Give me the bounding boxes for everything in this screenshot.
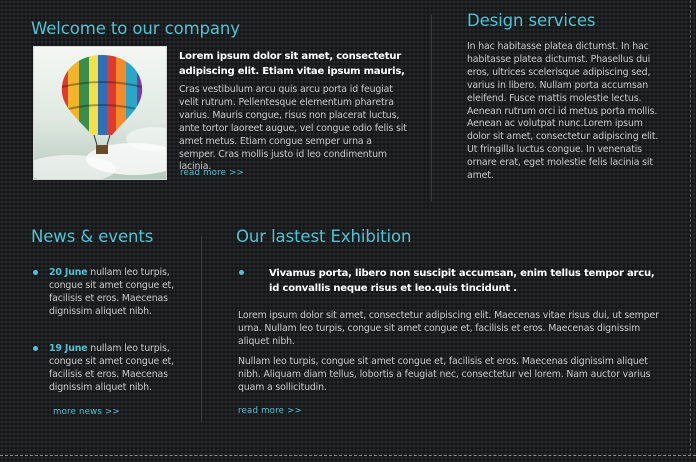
news-bullet — [33, 270, 38, 275]
welcome-body: Cras vestibulum arcu quis arcu porta id … — [179, 84, 407, 173]
news-bullet — [33, 346, 38, 351]
exhibition-heading: Our lastest Exhibition — [236, 227, 412, 246]
welcome-read-more-link[interactable]: read more >> — [180, 168, 244, 178]
exhibition-lead: Vivamus porta, libero non suscipit accum… — [269, 268, 655, 294]
news-item: 20 June nullam leo turpis, congue sit am… — [49, 267, 181, 319]
column-divider — [431, 15, 432, 201]
exhibition-read-more-link[interactable]: read more >> — [238, 406, 302, 416]
exhibition-paragraph-2: Nullam leo turpis, congue sit amet congu… — [238, 356, 651, 393]
balloon-photo — [33, 46, 167, 180]
design-body: In hac habitasse platea dictumst. In hac… — [467, 41, 659, 182]
news-date[interactable]: 19 June — [49, 343, 88, 354]
more-news-link[interactable]: more news >> — [53, 407, 120, 417]
welcome-heading: Welcome to our company — [31, 19, 240, 38]
page-border-right — [690, 0, 691, 456]
exhibition-bullet — [239, 270, 244, 275]
page-border-bottom — [0, 455, 696, 456]
news-item: 19 June nullam leo turpis, congue sit am… — [49, 343, 181, 395]
news-heading: News & events — [31, 227, 154, 246]
news-date[interactable]: 20 June — [49, 267, 88, 278]
welcome-lead: Lorem ipsum dolor sit amet, consectetur … — [179, 51, 405, 77]
exhibition-paragraph-1: Lorem ipsum dolor sit amet, consectetur … — [238, 310, 659, 347]
column-divider — [201, 236, 202, 422]
design-heading: Design services — [467, 11, 596, 30]
